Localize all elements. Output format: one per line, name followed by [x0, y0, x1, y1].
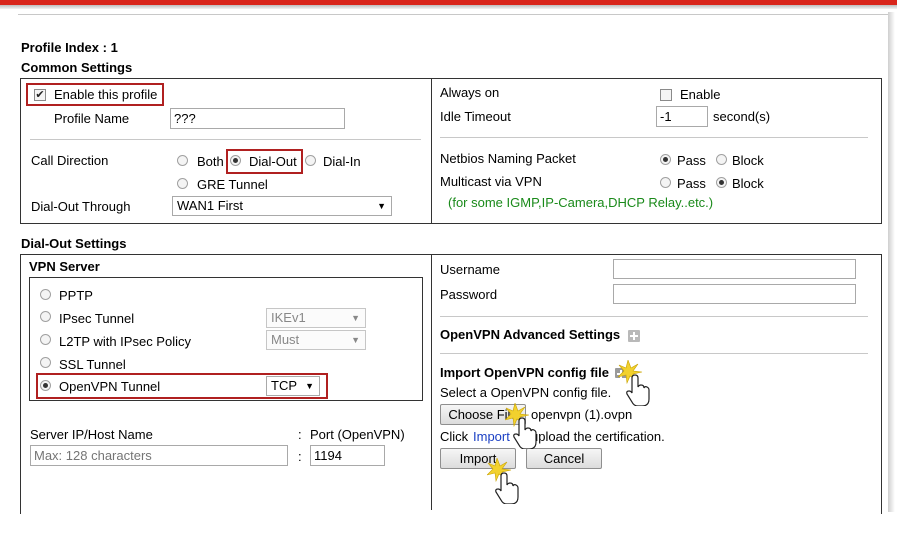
torn-edge-decoration: [0, 511, 897, 545]
idle-timeout-unit: second(s): [713, 109, 771, 124]
chevron-down-icon: ▼: [377, 201, 386, 211]
netbios-block-radio[interactable]: [716, 154, 727, 165]
idle-timeout-input[interactable]: [656, 106, 708, 127]
top-shadow-line: [0, 5, 897, 9]
hand-pointer-icon: [487, 458, 519, 504]
username-label: Username: [440, 262, 500, 277]
click-text: Click: [440, 429, 469, 444]
port-colon: :: [298, 449, 302, 464]
dial-out-through-label: Dial-Out Through: [31, 199, 131, 214]
netbios-label: Netbios Naming Packet: [440, 151, 576, 166]
vpn-openvpn-label: OpenVPN Tunnel: [59, 379, 161, 394]
profile-index: Profile Index : 1: [21, 40, 118, 55]
netbios-block-label: Block: [732, 153, 764, 168]
netbios-pass-radio[interactable]: [660, 154, 671, 165]
common-settings-heading: Common Settings: [21, 60, 133, 75]
multicast-pass-label: Pass: [677, 176, 706, 191]
call-direction-gre-radio[interactable]: [177, 178, 188, 189]
upload-text: upload the certification.: [531, 429, 665, 444]
call-direction-label: Call Direction: [31, 153, 109, 168]
vpn-pptp-label: PPTP: [59, 288, 93, 303]
server-colon: :: [298, 427, 302, 442]
netbios-pass-label: Pass: [677, 153, 706, 168]
cancel-button[interactable]: Cancel: [526, 448, 602, 469]
l2tp-policy-select[interactable]: Must ▼: [266, 330, 366, 350]
always-on-enable-label: Enable: [680, 87, 721, 102]
server-host-label: Server IP/Host Name: [30, 427, 153, 442]
hand-pointer-icon: [505, 403, 537, 449]
always-on-checkbox[interactable]: [660, 89, 672, 101]
expand-plus-icon[interactable]: [628, 330, 640, 342]
port-input[interactable]: [310, 445, 385, 466]
import-config-heading: Import OpenVPN config file: [440, 365, 610, 380]
enable-profile-label: Enable this profile: [54, 87, 158, 102]
chevron-down-icon: ▼: [351, 335, 360, 345]
openvpn-protocol-select[interactable]: TCP ▼: [266, 376, 320, 396]
password-label: Password: [440, 287, 498, 302]
vpn-openvpn-radio[interactable]: [40, 380, 51, 391]
l2tp-policy-value: Must: [271, 332, 300, 347]
call-direction-dial-out-label: Dial-Out: [249, 154, 297, 169]
right-separator-3: [440, 353, 868, 354]
ipsec-ike-select[interactable]: IKEv1 ▼: [266, 308, 366, 328]
openvpn-advanced-label: OpenVPN Advanced Settings: [440, 327, 621, 342]
call-direction-dial-out-radio[interactable]: [230, 155, 241, 166]
chevron-down-icon: ▼: [305, 381, 314, 391]
vpn-pptp-radio[interactable]: [40, 289, 51, 300]
right-separator-2: [440, 316, 868, 317]
hand-pointer-icon: [618, 360, 650, 406]
username-input[interactable]: [613, 259, 856, 279]
multicast-pass-radio[interactable]: [660, 177, 671, 188]
enable-profile-checkbox[interactable]: ✔: [34, 89, 46, 101]
dial-out-through-select[interactable]: WAN1 First ▼: [172, 196, 392, 216]
vpn-ipsec-label: IPsec Tunnel: [59, 311, 135, 326]
left-separator: [30, 139, 421, 140]
page-right-shadow: [888, 12, 895, 512]
multicast-label: Multicast via VPN: [440, 174, 542, 189]
multicast-note: (for some IGMP,IP-Camera,DHCP Relay..etc…: [448, 195, 714, 210]
call-direction-dial-in-label: Dial-In: [323, 154, 361, 169]
vpn-l2tp-radio[interactable]: [40, 334, 51, 345]
password-input[interactable]: [613, 284, 856, 304]
right-separator: [440, 137, 868, 138]
call-direction-dial-in-radio[interactable]: [305, 155, 316, 166]
server-host-input[interactable]: [30, 445, 288, 466]
header-divider: [18, 14, 890, 15]
vpn-ssl-label: SSL Tunnel: [59, 357, 126, 372]
dial-out-settings-heading: Dial-Out Settings: [21, 236, 127, 251]
multicast-block-label: Block: [732, 176, 764, 191]
vpn-l2tp-label: L2TP with IPsec Policy: [59, 334, 191, 349]
dial-out-through-value: WAN1 First: [177, 198, 243, 213]
idle-timeout-label: Idle Timeout: [440, 109, 511, 124]
dial-out-settings-divider: [431, 254, 432, 510]
vpn-ssl-radio[interactable]: [40, 357, 51, 368]
openvpn-protocol-value: TCP: [271, 378, 297, 393]
selected-file-name: openvpn (1).ovpn: [531, 407, 633, 422]
vpn-server-label: VPN Server: [29, 259, 100, 274]
profile-name-input[interactable]: [170, 108, 345, 129]
profile-name-label: Profile Name: [54, 111, 130, 126]
common-settings-divider: [431, 78, 432, 224]
ipsec-ike-value: IKEv1: [271, 310, 306, 325]
call-direction-both-radio[interactable]: [177, 155, 188, 166]
chevron-down-icon: ▼: [351, 313, 360, 323]
multicast-block-radio[interactable]: [716, 177, 727, 188]
import-hint: Select a OpenVPN config file.: [440, 385, 612, 400]
port-label: Port (OpenVPN): [310, 427, 405, 442]
always-on-label: Always on: [440, 85, 500, 100]
vpn-ipsec-radio[interactable]: [40, 311, 51, 322]
call-direction-both-label: Both: [197, 154, 224, 169]
call-direction-gre-label: GRE Tunnel: [197, 177, 268, 192]
